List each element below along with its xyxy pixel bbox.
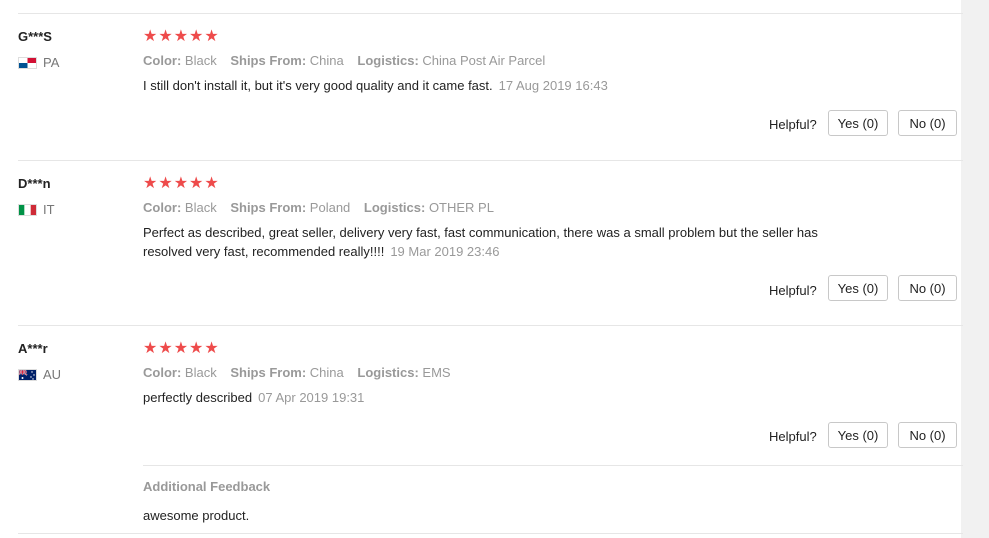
logistics-label: Logistics:	[357, 365, 419, 380]
order-info: Color: Black Ships From: Poland Logistic…	[143, 200, 504, 215]
color-label: Color:	[143, 365, 182, 380]
star-rating: ★★★★★	[143, 340, 220, 357]
additional-feedback-title: Additional Feedback	[143, 479, 271, 494]
review-date: 19 Mar 2019 23:46	[390, 244, 500, 259]
helpful-label: Helpful?	[769, 117, 817, 132]
ships-from-value: China	[309, 53, 344, 68]
helpful-no-button[interactable]: No (0)	[898, 110, 957, 136]
review-divider	[18, 325, 963, 326]
helpful-no-button[interactable]: No (0)	[898, 275, 957, 301]
italy-flag-icon	[18, 203, 37, 216]
review-text: Perfect as described, great seller, deli…	[143, 223, 863, 261]
helpful-no-button[interactable]: No (0)	[898, 422, 957, 448]
reviewer-name: D***n	[18, 176, 51, 191]
review-text: I still don't install it, but it's very …	[143, 76, 863, 95]
color-label: Color:	[143, 53, 182, 68]
reviewer-name: A***r	[18, 341, 48, 356]
helpful-yes-button[interactable]: Yes (0)	[828, 110, 888, 136]
reviewer-name: G***S	[18, 29, 52, 44]
helpful-label: Helpful?	[769, 429, 817, 444]
order-info: Color: Black Ships From: China Logistics…	[143, 365, 461, 380]
reviewer-country: IT	[18, 202, 55, 217]
additional-feedback-text: awesome product.	[143, 508, 250, 523]
helpful-label: Helpful?	[769, 283, 817, 298]
star-rating: ★★★★★	[143, 175, 220, 192]
ships-from-label: Ships From:	[230, 200, 307, 215]
additional-feedback-divider	[143, 465, 963, 466]
reviewer-country: AU	[18, 367, 61, 382]
review-divider	[18, 533, 963, 534]
reviewer-country: PA	[18, 55, 59, 70]
helpful-yes-button[interactable]: Yes (0)	[828, 275, 888, 301]
review-date: 17 Aug 2019 16:43	[498, 78, 608, 93]
review-text: perfectly described 07 Apr 2019 19:31	[143, 388, 863, 407]
ships-from-label: Ships From:	[230, 53, 307, 68]
ships-from-value: Poland	[309, 200, 351, 215]
review-date: 07 Apr 2019 19:31	[258, 390, 365, 405]
logistics-value: China Post Air Parcel	[422, 53, 546, 68]
review-divider	[18, 160, 963, 161]
star-rating: ★★★★★	[143, 28, 220, 45]
page-scrollbar[interactable]	[961, 0, 989, 538]
color-label: Color:	[143, 200, 182, 215]
review-body: perfectly described	[143, 390, 253, 405]
logistics-value: OTHER PL	[428, 200, 494, 215]
country-code: AU	[43, 367, 62, 382]
country-code: IT	[43, 202, 55, 217]
logistics-value: EMS	[422, 365, 451, 380]
color-value: Black	[184, 365, 217, 380]
color-value: Black	[184, 200, 217, 215]
color-value: Black	[184, 53, 217, 68]
country-code: PA	[43, 55, 60, 70]
logistics-label: Logistics:	[357, 53, 419, 68]
ships-from-value: China	[309, 365, 344, 380]
logistics-label: Logistics:	[363, 200, 426, 215]
australia-flag-icon	[18, 368, 37, 381]
helpful-yes-button[interactable]: Yes (0)	[828, 422, 888, 448]
order-info: Color: Black Ships From: China Logistics…	[143, 53, 555, 68]
review-body: I still don't install it, but it's very …	[143, 78, 493, 93]
ships-from-label: Ships From:	[230, 365, 307, 380]
panama-flag-icon	[18, 56, 37, 69]
review-divider	[18, 13, 963, 14]
